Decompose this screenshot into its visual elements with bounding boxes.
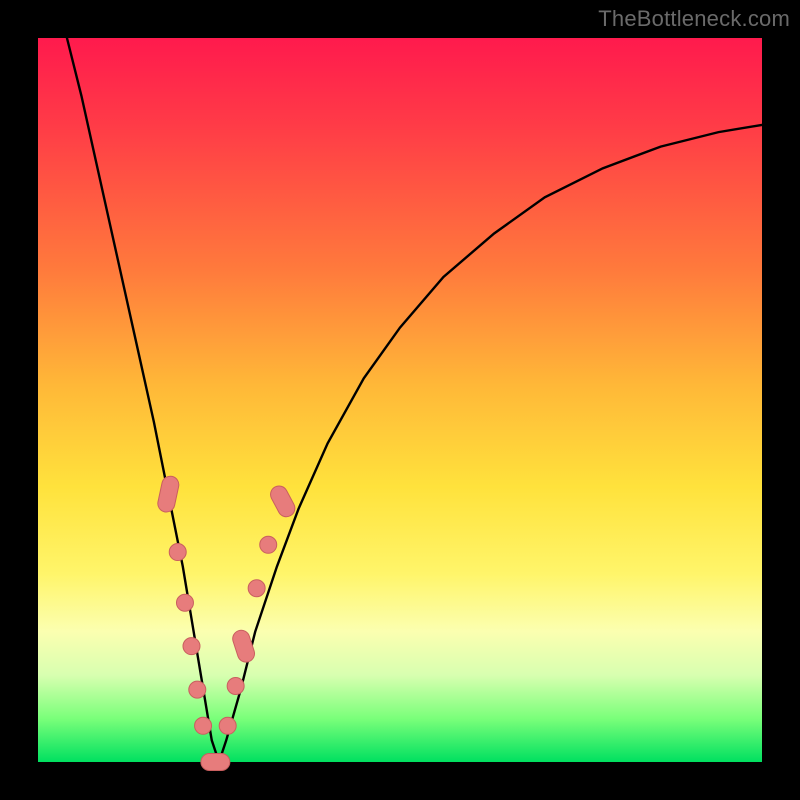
marker-dot xyxy=(195,717,212,734)
marker-dot xyxy=(227,677,244,694)
marker-dot xyxy=(219,717,236,734)
curve-path xyxy=(67,38,762,762)
plot-area xyxy=(38,38,762,762)
marker-capsule xyxy=(156,475,180,514)
chart-frame: TheBottleneck.com xyxy=(0,0,800,800)
marker-dot xyxy=(189,681,206,698)
chart-svg xyxy=(38,38,762,762)
watermark-text: TheBottleneck.com xyxy=(598,6,790,32)
bottleneck-curve xyxy=(67,38,762,762)
marker-dot xyxy=(169,544,186,561)
marker-dot xyxy=(248,580,265,597)
marker-dot xyxy=(176,594,193,611)
marker-dot xyxy=(260,536,277,553)
marker-capsule xyxy=(201,754,230,771)
marker-capsule xyxy=(268,483,298,520)
marker-capsule xyxy=(231,628,257,664)
marker-cluster xyxy=(156,475,298,771)
marker-dot xyxy=(183,638,200,655)
